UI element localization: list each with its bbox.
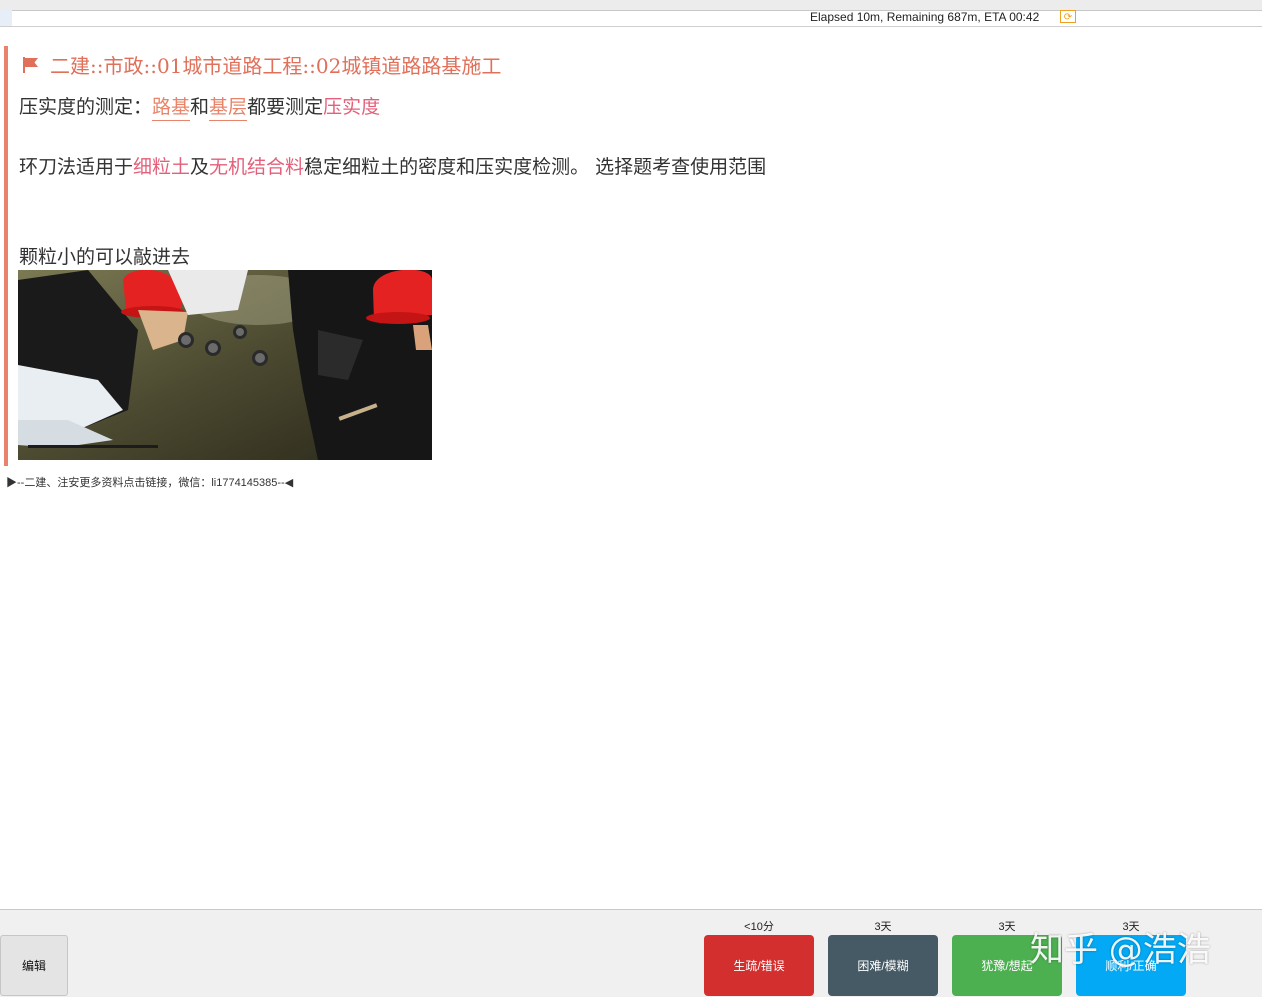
card-line-compaction: 压实度的测定：路基和基层都要测定压实度 (19, 92, 381, 121)
term-base-layer: 基层 (209, 96, 248, 121)
answer-again-button[interactable]: 生疏/错误 (704, 935, 814, 996)
term-fine-soil: 细粒土 (133, 156, 191, 178)
line1-prefix: 压实度的测定： (19, 96, 153, 118)
interval-hard: 3天 (874, 921, 892, 933)
line2-suffix: 稳定细粒土的密度和压实度检测。 选择题考查使用范围 (304, 156, 767, 178)
line2-prefix: 环刀法适用于 (19, 156, 134, 178)
term-roadbed: 路基 (152, 96, 191, 121)
footer-note: ▶--二建、注安更多资料点击链接，微信：li1774145385--◀ (6, 477, 294, 489)
progress-status-text: Elapsed 10m, Remaining 687m, ETA 00:42 (810, 10, 1040, 24)
interval-again: <10分 (744, 921, 774, 933)
flag-icon (23, 57, 38, 73)
card-line-note: 颗粒小的可以敲进去 (19, 246, 191, 268)
deck-path-title: 二建::市政::01城市道路工程::02城镇道路路基施工 (50, 54, 502, 78)
site-photo (18, 270, 432, 460)
sync-icon[interactable]: ⟳ (1060, 10, 1076, 23)
edit-button[interactable]: 编辑 (0, 935, 68, 996)
line1-and: 和 (190, 96, 210, 118)
answer-hard-button[interactable]: 困难/模糊 (828, 935, 938, 996)
card-line-ring-knife: 环刀法适用于细粒土及无机结合料稳定细粒土的密度和压实度检测。 选择题考查使用范围 (19, 152, 766, 179)
line2-and: 及 (190, 156, 210, 178)
term-inorganic-binder: 无机结合料 (209, 156, 305, 178)
line1-middle: 都要测定 (247, 96, 324, 118)
watermark: 知乎 @浩浩 (1030, 930, 1211, 970)
term-compaction: 压实度 (323, 96, 381, 118)
